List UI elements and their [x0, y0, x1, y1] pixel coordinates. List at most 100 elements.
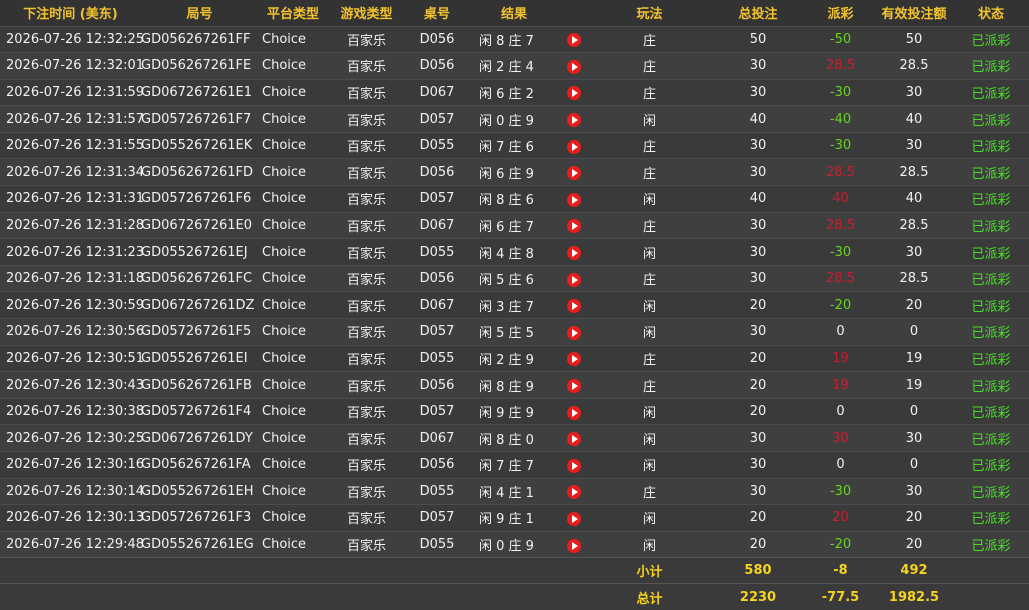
row-game-type: 百家乐 [328, 530, 405, 558]
row-status: 已派彩 [953, 185, 1029, 213]
play-circle-icon[interactable] [567, 405, 581, 420]
table-body: 2026-07-26 12:32:25 GD056267261FF Choice 百家… [0, 25, 1029, 610]
play-circle-icon[interactable] [567, 432, 581, 447]
row-status: 已派彩 [953, 131, 1029, 159]
replay-button[interactable] [559, 238, 589, 266]
replay-button[interactable] [559, 158, 589, 186]
row-result: 闲 7 庄 6 [469, 131, 559, 159]
row-platform: Choice [258, 238, 328, 266]
row-valid-bet: 20 [875, 291, 953, 319]
row-valid-bet: 50 [875, 25, 953, 53]
play-circle-icon[interactable] [567, 246, 581, 261]
row-valid-bet: 0 [875, 451, 953, 479]
replay-button[interactable] [559, 424, 589, 452]
play-circle-icon[interactable] [567, 511, 581, 526]
row-total-bet: 30 [710, 52, 806, 80]
replay-button[interactable] [559, 477, 589, 505]
replay-button[interactable] [559, 52, 589, 80]
row-game-type: 百家乐 [328, 105, 405, 133]
row-valid-bet: 30 [875, 131, 953, 159]
replay-button[interactable] [559, 291, 589, 319]
row-round-no: GD057267261F4 [141, 397, 258, 425]
row-total-bet: 20 [710, 397, 806, 425]
row-round-no: GD067267261E1 [141, 78, 258, 106]
grand-total-row: 总计 2230 -77.5 1982.5 [0, 583, 1029, 610]
replay-button[interactable] [559, 344, 589, 372]
replay-button[interactable] [559, 105, 589, 133]
play-circle-icon[interactable] [567, 379, 581, 394]
table-row: 2026-07-26 12:31:31 GD057267261F6 Choice 百家… [0, 185, 1029, 213]
row-total-bet: 30 [710, 451, 806, 479]
replay-button[interactable] [559, 78, 589, 106]
row-game-type: 百家乐 [328, 291, 405, 319]
play-circle-icon[interactable] [567, 458, 581, 473]
play-circle-icon[interactable] [567, 352, 581, 367]
table-row: 2026-07-26 12:30:56 GD057267261F5 Choice 百家… [0, 318, 1029, 346]
play-circle-icon[interactable] [567, 139, 581, 154]
replay-button[interactable] [559, 397, 589, 425]
row-time: 2026-07-26 12:32:01 [0, 52, 144, 80]
row-time: 2026-07-26 12:30:13 [0, 504, 144, 532]
play-circle-icon[interactable] [567, 299, 581, 314]
subtotal-label: 小计 [589, 557, 710, 584]
row-round-no: GD056267261FF [141, 25, 258, 53]
row-status: 已派彩 [953, 291, 1029, 319]
row-bet-type: 庄 [589, 344, 710, 372]
row-result: 闲 0 庄 9 [469, 530, 559, 558]
row-valid-bet: 19 [875, 371, 953, 399]
row-round-no: GD057267261F6 [141, 185, 258, 213]
replay-button[interactable] [559, 264, 589, 292]
replay-button[interactable] [559, 530, 589, 558]
replay-button[interactable] [559, 185, 589, 213]
replay-button[interactable] [559, 318, 589, 346]
row-total-bet: 30 [710, 158, 806, 186]
replay-button[interactable] [559, 504, 589, 532]
row-round-no: GD056267261FB [141, 371, 258, 399]
play-circle-icon[interactable] [567, 538, 581, 553]
row-game-type: 百家乐 [328, 344, 405, 372]
row-time: 2026-07-26 12:30:51 [0, 344, 144, 372]
row-payout: -30 [806, 477, 875, 505]
row-result: 闲 7 庄 7 [469, 451, 559, 479]
row-payout: 28.5 [806, 211, 875, 239]
play-circle-icon[interactable] [567, 192, 581, 207]
play-circle-icon[interactable] [567, 59, 581, 74]
row-status: 已派彩 [953, 52, 1029, 80]
row-platform: Choice [258, 318, 328, 346]
row-result: 闲 6 庄 2 [469, 78, 559, 106]
row-payout: 20 [806, 504, 875, 532]
play-circle-icon[interactable] [567, 166, 581, 181]
play-circle-icon[interactable] [567, 219, 581, 234]
col-header-bet-type: 玩法 [636, 7, 663, 23]
play-circle-icon[interactable] [567, 485, 581, 500]
row-game-type: 百家乐 [328, 158, 405, 186]
replay-button[interactable] [559, 211, 589, 239]
play-circle-icon[interactable] [567, 272, 581, 287]
row-total-bet: 30 [710, 264, 806, 292]
row-status: 已派彩 [953, 264, 1029, 292]
row-bet-type: 闲 [589, 238, 710, 266]
play-circle-icon[interactable] [567, 325, 581, 340]
row-total-bet: 30 [710, 424, 806, 452]
row-payout: 40 [806, 185, 875, 213]
row-result: 闲 8 庄 6 [469, 185, 559, 213]
row-bet-type: 庄 [589, 211, 710, 239]
replay-button[interactable] [559, 371, 589, 399]
row-game-type: 百家乐 [328, 451, 405, 479]
row-status: 已派彩 [953, 344, 1029, 372]
row-table-no: D067 [405, 78, 469, 106]
row-total-bet: 40 [710, 185, 806, 213]
row-total-bet: 40 [710, 105, 806, 133]
replay-button[interactable] [559, 25, 589, 53]
play-circle-icon[interactable] [567, 33, 581, 48]
row-time: 2026-07-26 12:30:43 [0, 371, 144, 399]
row-table-no: D057 [405, 185, 469, 213]
row-valid-bet: 19 [875, 344, 953, 372]
replay-button[interactable] [559, 131, 589, 159]
play-circle-icon[interactable] [567, 86, 581, 101]
row-round-no: GD057267261F3 [141, 504, 258, 532]
row-platform: Choice [258, 371, 328, 399]
play-circle-icon[interactable] [567, 113, 581, 128]
replay-button[interactable] [559, 451, 589, 479]
row-game-type: 百家乐 [328, 371, 405, 399]
